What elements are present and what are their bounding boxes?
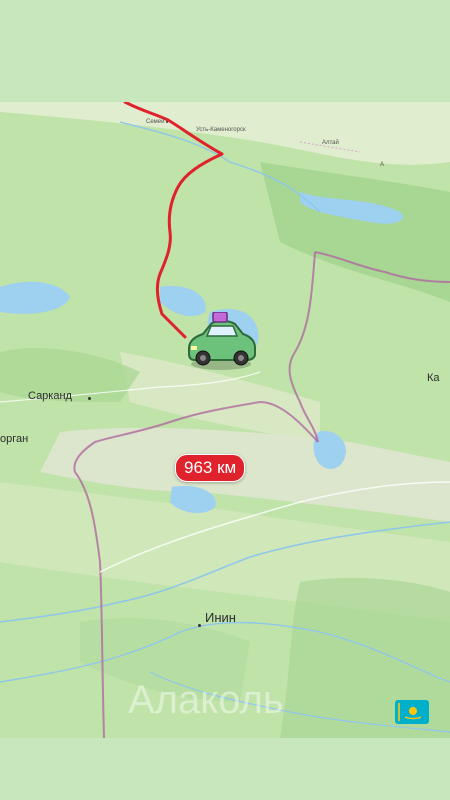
place-label-ust-kamenogorsk: Усть-Каменогорск [196,127,246,133]
kazakhstan-flag-icon [395,700,429,724]
car-icon [188,312,256,370]
place-label-taldykorgan: орган [0,433,29,445]
place-label-edge-top-right: А [380,162,385,168]
map-view[interactable]: Семей Усть-Каменогорск Алтай А Сарканд о… [0,102,450,738]
place-label-yining: Инин [205,610,236,625]
watermark-text: Алаколь [128,678,284,722]
place-label-edge-right: Ка [427,372,440,384]
city-dot [88,397,91,400]
city-dot [166,121,168,123]
place-label-semey: Семей [146,119,165,125]
place-label-altai: Алтай [322,140,339,146]
place-label-sarkand: Сарканд [28,390,72,402]
distance-badge: 963 км [175,454,246,482]
city-dot [198,624,201,627]
map-canvas [0,102,450,738]
